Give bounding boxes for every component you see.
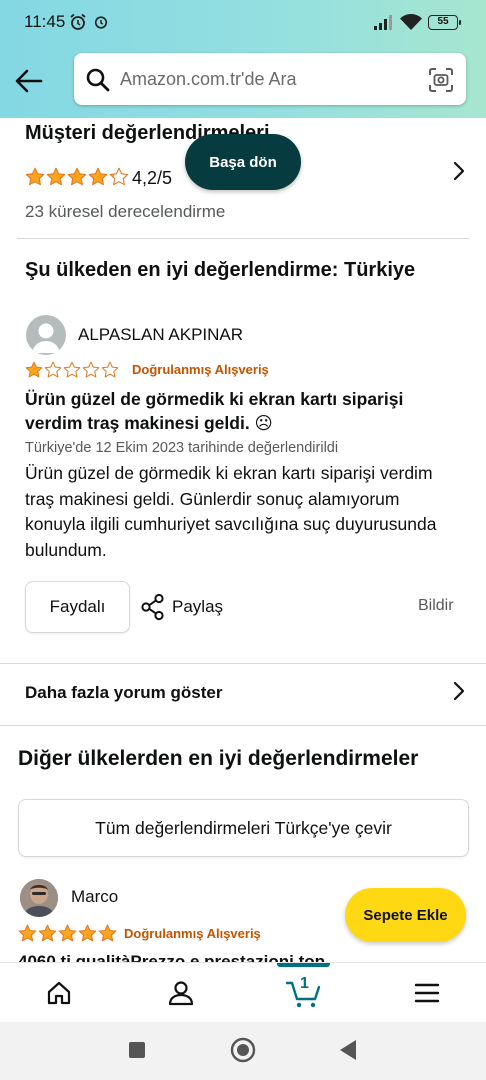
star-icon <box>25 361 43 378</box>
review-title[interactable]: Ürün güzel de görmedik ki ekran kartı si… <box>25 387 445 435</box>
account-icon <box>168 981 194 1006</box>
show-more-reviews-link[interactable]: Daha fazla yorum göster <box>25 683 222 703</box>
average-rating-stars <box>25 167 130 187</box>
nav-menu[interactable] <box>387 963 467 1023</box>
verified-purchase-badge: Doğrulanmış Alışveriş <box>132 362 269 377</box>
star-icon <box>63 361 81 378</box>
recent-apps-icon[interactable] <box>128 1041 146 1059</box>
default-avatar-icon <box>32 323 60 353</box>
helpful-button[interactable]: Faydalı <box>25 581 130 633</box>
average-rating-text: 4,2/5 <box>132 168 173 188</box>
divider <box>0 663 486 664</box>
top-country-review-title: Şu ülkeden en iyi değerlendirme: Türkiye <box>25 259 416 281</box>
avatar <box>26 315 66 355</box>
status-bar: 11:45 55 <box>0 0 486 44</box>
share-label: Paylaş <box>172 597 224 616</box>
star-icon <box>78 924 97 942</box>
review-date: Türkiye'de 12 Ekim 2023 tarihinde değerl… <box>25 440 339 456</box>
signal-icon <box>374 15 392 30</box>
alarm-small-icon <box>94 16 108 29</box>
system-navigation-bar <box>0 1022 486 1080</box>
review-stars <box>18 924 118 943</box>
review-stars <box>25 361 120 379</box>
star-icon <box>18 924 37 942</box>
app-header: 11:45 55 <box>0 0 486 118</box>
nav-account[interactable] <box>141 963 221 1023</box>
report-link[interactable]: Bildir <box>418 597 454 615</box>
chevron-right-icon[interactable] <box>451 680 467 702</box>
nav-home[interactable] <box>19 963 99 1023</box>
search-bar[interactable] <box>74 53 466 105</box>
translate-reviews-button[interactable]: Tüm değerlendirmeleri Türkçe'ye çevir <box>18 799 469 857</box>
share-icon <box>141 593 164 621</box>
bottom-navigation <box>0 962 486 1022</box>
reviewer-name: ALPASLAN AKPINAR <box>78 325 244 344</box>
star-icon <box>88 167 108 186</box>
review-body: Ürün güzel de görmedik ki ekran kartı si… <box>25 463 437 560</box>
chevron-right-icon[interactable] <box>451 160 467 182</box>
share-button[interactable]: Paylaş <box>140 593 223 621</box>
star-icon <box>46 167 66 186</box>
divider <box>17 238 469 239</box>
other-countries-title: Diğer ülkelerden en iyi değerlendirmeler <box>18 747 419 770</box>
star-icon <box>101 361 119 378</box>
status-time: 11:45 <box>24 12 66 31</box>
global-rating-count: 23 küresel derecelendirme <box>25 202 226 221</box>
home-icon <box>47 981 71 1005</box>
home-button-icon[interactable] <box>230 1037 256 1063</box>
add-to-cart-button[interactable]: Sepete Ekle <box>345 888 466 942</box>
search-icon <box>86 68 110 92</box>
camera-scan-icon[interactable] <box>428 67 454 93</box>
menu-icon <box>414 983 440 1003</box>
wifi-icon <box>400 14 422 30</box>
avatar <box>20 879 58 917</box>
star-icon <box>44 361 62 378</box>
star-icon <box>58 924 77 942</box>
back-arrow-icon[interactable] <box>12 64 46 98</box>
reviewer-name: Marco <box>71 887 119 906</box>
search-input[interactable] <box>120 66 416 92</box>
star-icon <box>109 167 129 186</box>
battery-indicator: 55 <box>428 15 461 30</box>
star-icon <box>67 167 87 186</box>
back-to-top-button[interactable]: Başa dön <box>185 134 301 190</box>
cart-count-badge: 1 <box>300 975 309 992</box>
star-icon <box>38 924 57 942</box>
verified-purchase-badge: Doğrulanmış Alışveriş <box>124 926 261 941</box>
profile-photo <box>20 879 58 917</box>
star-icon <box>82 361 100 378</box>
alarm-icon <box>70 13 86 30</box>
back-triangle-icon[interactable] <box>338 1039 358 1061</box>
star-icon <box>25 167 45 186</box>
star-icon <box>98 924 117 942</box>
divider <box>0 725 486 726</box>
nav-cart[interactable] <box>264 963 344 1023</box>
